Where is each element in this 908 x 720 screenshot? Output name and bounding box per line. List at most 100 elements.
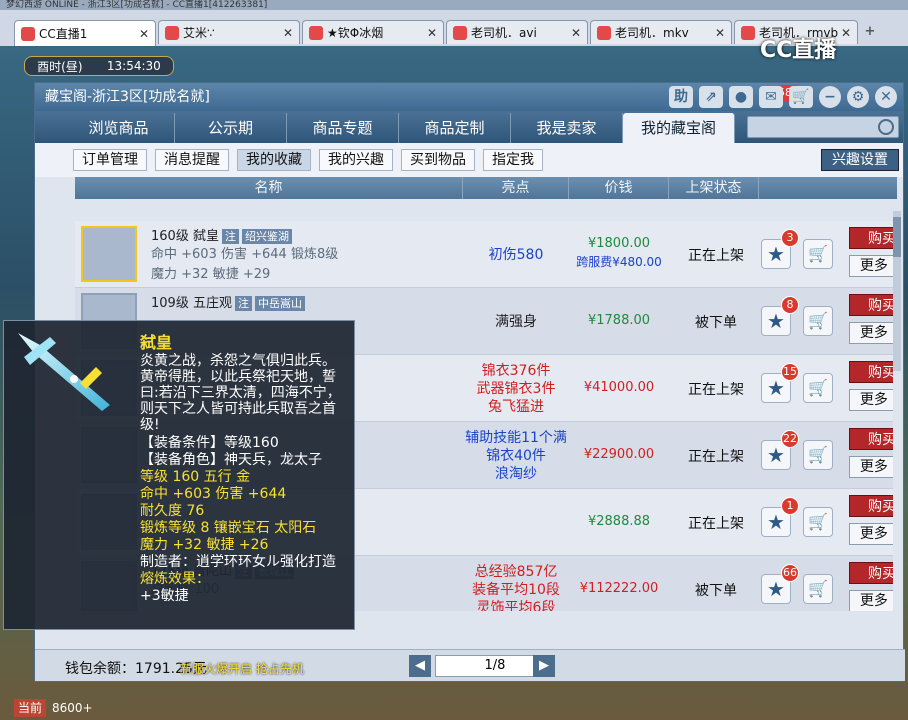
buy-button[interactable]: 购买 [849, 294, 893, 316]
listing-status: 被下单 [695, 583, 737, 599]
chat-icon[interactable]: ✉ [759, 86, 783, 108]
tab-custom[interactable]: 商品定制 [399, 113, 511, 143]
scrolling-ticker: 新服火爆开启 抢占先机 [180, 662, 304, 676]
more-button[interactable]: 更多 ↓ [849, 322, 893, 344]
cart-icon[interactable]: 🛒 [803, 440, 833, 470]
share-icon[interactable]: ⇗ [699, 86, 723, 108]
item-price: ¥112222.00 [579, 581, 659, 596]
buy-button[interactable]: 购买 [849, 227, 893, 249]
tooltip-line: 熔炼效果： [140, 571, 210, 587]
buy-button[interactable]: 购买 [849, 562, 893, 584]
window-footer: 钱包余额：1791.25元 ◀ 1/8 ▶ [35, 649, 905, 681]
cart-icon[interactable]: 🛒 [803, 507, 833, 537]
help-button[interactable]: 助 [669, 86, 693, 108]
tab-my-cbg[interactable]: 我的藏宝阁 [623, 113, 735, 143]
tab-topics[interactable]: 商品专题 [287, 113, 399, 143]
cart-icon[interactable]: 🛒 [803, 239, 833, 269]
tooltip-stats: 【装备条件】等级160 【装备角色】神天兵，龙太子 等级 160 五行 金命中 +6… [140, 435, 348, 605]
item-price: ¥1800.00 跨服费¥480.00 [576, 236, 662, 269]
assigned-button[interactable]: 指定我 [483, 149, 543, 171]
close-icon[interactable]: ✕ [283, 26, 293, 40]
next-page-button[interactable]: ▶ [533, 655, 555, 677]
browser-tab[interactable]: ★钦Φ冰烟 ✕ [302, 20, 444, 44]
interest-settings-button[interactable]: 兴趣设置 [821, 149, 899, 171]
listing-status: 正在上架 [688, 248, 744, 264]
more-button[interactable]: 更多 ↓ [849, 389, 893, 411]
browser-tab[interactable]: CC直播1 ✕ [14, 20, 156, 46]
tab-public[interactable]: 公示期 [175, 113, 287, 143]
col-highlight: 亮点 [463, 177, 569, 199]
close-icon[interactable]: ✕ [139, 27, 149, 41]
tooltip-line: 耐久度 76 [140, 503, 205, 519]
more-button[interactable]: 更多 ↓ [849, 255, 893, 277]
scroll-thumb[interactable] [893, 217, 901, 257]
item-attrs: 命中 +603 伤害 +644 锻炼8级 魔力 +32 敏捷 +29 [151, 247, 339, 282]
gear-icon[interactable]: ⚙ [847, 86, 869, 108]
browser-tab[interactable]: 老司机．mkv ✕ [590, 20, 732, 44]
search-input[interactable] [747, 116, 899, 138]
record-icon[interactable]: ● [729, 86, 753, 108]
listing-status: 正在上架 [688, 449, 744, 465]
favorite-count-badge: 8 [781, 296, 799, 314]
close-icon[interactable]: ✕ [715, 26, 725, 40]
item-price: ¥1788.00 [587, 313, 651, 328]
cart-icon[interactable]: 🛒 [803, 306, 833, 336]
favorites-button[interactable]: 我的收藏 [237, 149, 311, 171]
arrow-down-icon: ↓ [892, 593, 893, 609]
favorite-count-badge: 1 [781, 497, 799, 515]
browser-tab[interactable]: 老司机．avi ✕ [446, 20, 588, 44]
col-price: 价钱 [569, 177, 669, 199]
tab-favicon-icon [21, 26, 35, 41]
channel-label[interactable]: 当前 [14, 699, 47, 717]
window-title: 梦幻西游 ONLINE - 浙江3区[功成名就] - CC直播1[4122633… [0, 0, 908, 10]
close-icon[interactable]: ✕ [875, 86, 897, 108]
tab-browse[interactable]: 浏览商品 [63, 113, 175, 143]
item-highlight: 辅助技能11个满 锦衣40件 浪淘纱 [465, 430, 567, 482]
item-price: ¥2888.88 [587, 514, 651, 529]
tooltip-line: 【装备条件】等级160 [140, 435, 279, 451]
favorite-count-badge: 15 [781, 363, 799, 381]
item-thumbnail[interactable] [81, 226, 137, 282]
cart-icon[interactable]: 🛒 [803, 373, 833, 403]
minimize-icon[interactable]: − [819, 86, 841, 108]
tooltip-line: 等级 160 五行 金 [140, 469, 251, 485]
tab-favicon-icon [453, 25, 467, 40]
bought-button[interactable]: 买到物品 [401, 149, 475, 171]
item-highlight: 总经验857亿 装备平均10段 灵饰平均6段 [472, 564, 560, 611]
more-button[interactable]: 更多 ↓ [849, 523, 893, 545]
messages-button[interactable]: 消息提醒 [155, 149, 229, 171]
search-icon[interactable] [878, 119, 894, 135]
close-icon[interactable]: ✕ [841, 26, 851, 40]
orders-button[interactable]: 订单管理 [73, 149, 147, 171]
browser-tab[interactable]: 艾米∵ ✕ [158, 20, 300, 44]
main-nav: 浏览商品 公示期 商品专题 商品定制 我是卖家 我的藏宝阁 [35, 111, 903, 143]
tab-favicon-icon [597, 25, 611, 40]
item-highlight: 初伤580 [488, 247, 544, 263]
tooltip-item-name: 弑皇 [140, 333, 173, 352]
table-row[interactable]: 160级 弑皇注绍兴鉴湖 命中 +603 伤害 +644 锻炼8级 魔力 +32 … [75, 221, 893, 288]
scrollbar[interactable] [893, 211, 901, 371]
system-bar: 当前 8600+ [14, 696, 93, 720]
cart-icon[interactable]: 🛒 [803, 574, 833, 604]
online-count: 8600+ [52, 701, 93, 715]
cart-icon[interactable]: 🛒 [789, 86, 813, 108]
prev-page-button[interactable]: ◀ [409, 655, 431, 677]
more-button[interactable]: 更多 ↓ [849, 590, 893, 611]
tooltip-line: 命中 +603 伤害 +644 [140, 486, 287, 502]
buy-button[interactable]: 购买 [849, 361, 893, 383]
more-button[interactable]: 更多 ↓ [849, 456, 893, 478]
close-icon[interactable]: ✕ [427, 26, 437, 40]
item-tooltip: 弑皇 炎黄之战，杀怨之气俱归此兵。黄帝得胜，以此兵祭祀天地，誓曰:若沿下三界太清… [3, 320, 355, 630]
close-icon[interactable]: ✕ [571, 26, 581, 40]
tooltip-line: 【装备角色】神天兵，龙太子 [140, 452, 322, 468]
col-status: 上架状态 [669, 177, 759, 199]
tab-favicon-icon [165, 25, 179, 40]
listing-status: 正在上架 [688, 382, 744, 398]
item-highlight: 满强身 [495, 314, 537, 330]
tab-seller[interactable]: 我是卖家 [511, 113, 623, 143]
interests-button[interactable]: 我的兴趣 [319, 149, 393, 171]
sword-icon [18, 333, 110, 411]
buy-button[interactable]: 购买 [849, 428, 893, 450]
new-tab-button[interactable]: + [860, 22, 880, 42]
buy-button[interactable]: 购买 [849, 495, 893, 517]
